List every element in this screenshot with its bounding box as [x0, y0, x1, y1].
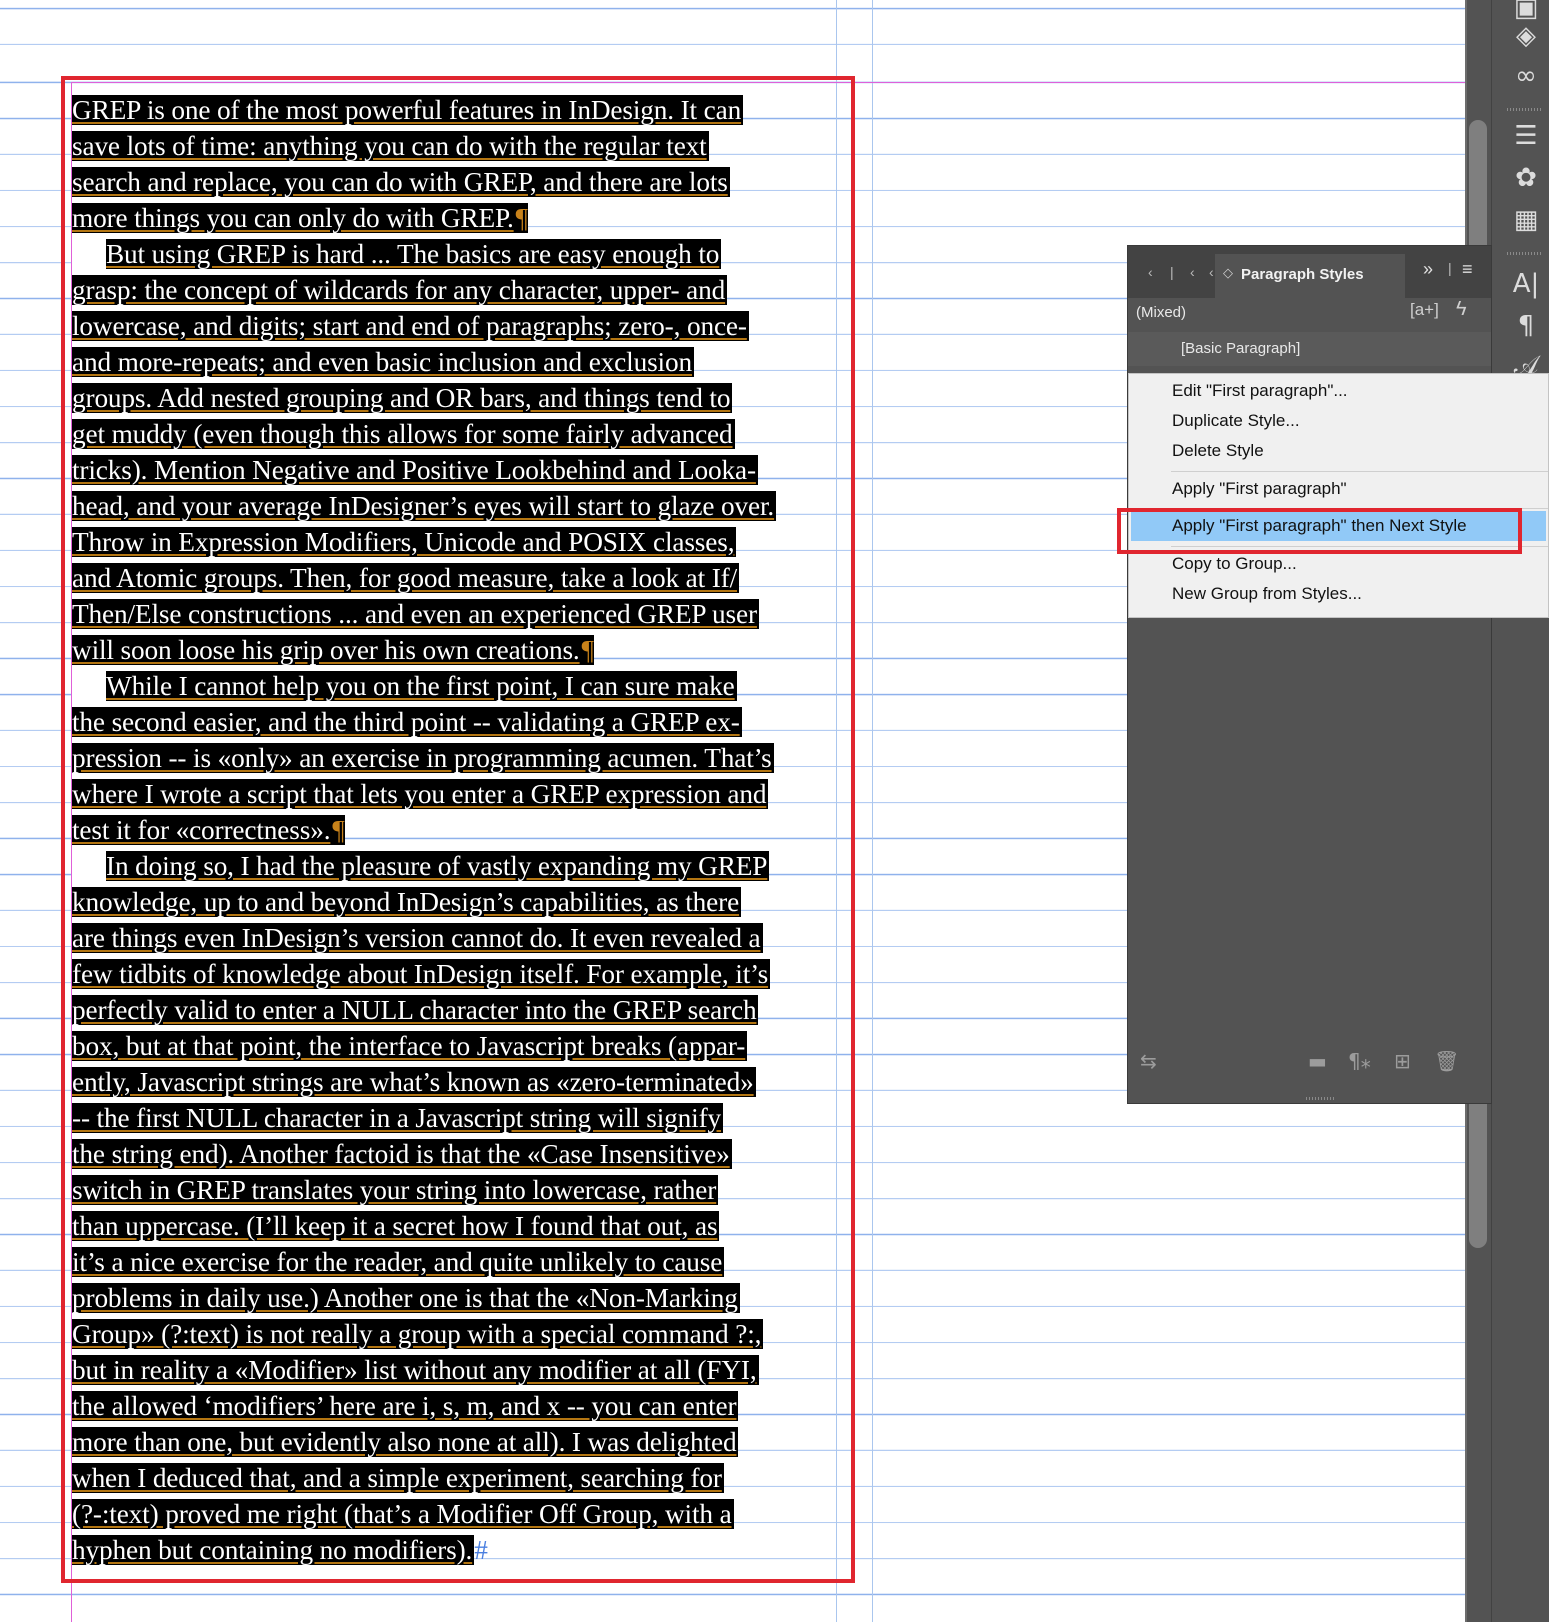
current-style-label: (Mixed)	[1136, 304, 1187, 321]
stroke-icon[interactable]: ☰	[1505, 120, 1547, 152]
tab-chevron-icon: ◇	[1223, 265, 1233, 280]
tab-paragraph-styles[interactable]: ◇ Paragraph Styles	[1215, 254, 1405, 298]
menu-item-highlight-box	[1117, 508, 1522, 554]
paragraph-icon[interactable]: ¶	[1505, 310, 1547, 342]
menu-item-edit-style[interactable]: Edit "First paragraph"...	[1129, 376, 1548, 406]
style-context-menu: Edit "First paragraph"... Duplicate Styl…	[1128, 373, 1549, 618]
panel-tab-bar: ‹ | ‹ ‹ ◇ Paragraph Styles » | ≡	[1128, 246, 1491, 298]
panel-title: Paragraph Styles	[1241, 266, 1364, 283]
menu-item-duplicate-style[interactable]: Duplicate Style...	[1129, 406, 1548, 436]
layers-icon[interactable]: ◈	[1505, 20, 1547, 52]
text-frame-highlight	[61, 76, 855, 1583]
links-icon[interactable]: ∞	[1505, 60, 1547, 92]
menu-item-apply-style[interactable]: Apply "First paragraph"	[1129, 474, 1548, 504]
swatches-icon[interactable]: ✿	[1505, 162, 1547, 194]
clear-overrides-icon[interactable]: ¶⁎	[1348, 1049, 1371, 1073]
menu-item-delete-style[interactable]: Delete Style	[1129, 436, 1548, 466]
style-name: [Basic Paragraph]	[1181, 340, 1301, 357]
color-grid-icon[interactable]: ▦	[1505, 204, 1547, 236]
new-style-icon[interactable]: ⊞	[1394, 1049, 1411, 1073]
character-styles-icon[interactable]: A|	[1505, 268, 1547, 300]
quick-apply-icon[interactable]: ϟ	[1456, 298, 1467, 321]
panel-menu-icon[interactable]: ≡	[1462, 259, 1473, 280]
style-list-item[interactable]: [Basic Paragraph]	[1128, 332, 1491, 366]
margin-guide	[872, 0, 873, 1622]
delete-trash-icon[interactable]: 🗑	[1434, 1049, 1459, 1073]
panel-footer: ⇆ ▬ ¶⁎ ⊞ 🗑	[1128, 1043, 1491, 1083]
new-group-folder-icon[interactable]: ▬	[1308, 1049, 1327, 1073]
menu-item-new-group-from-styles[interactable]: New Group from Styles...	[1129, 579, 1548, 609]
import-icon[interactable]: ⇆	[1140, 1049, 1157, 1073]
create-style-icon[interactable]: [a+]	[1410, 300, 1439, 320]
collapse-panel-icon[interactable]: »	[1423, 259, 1433, 280]
